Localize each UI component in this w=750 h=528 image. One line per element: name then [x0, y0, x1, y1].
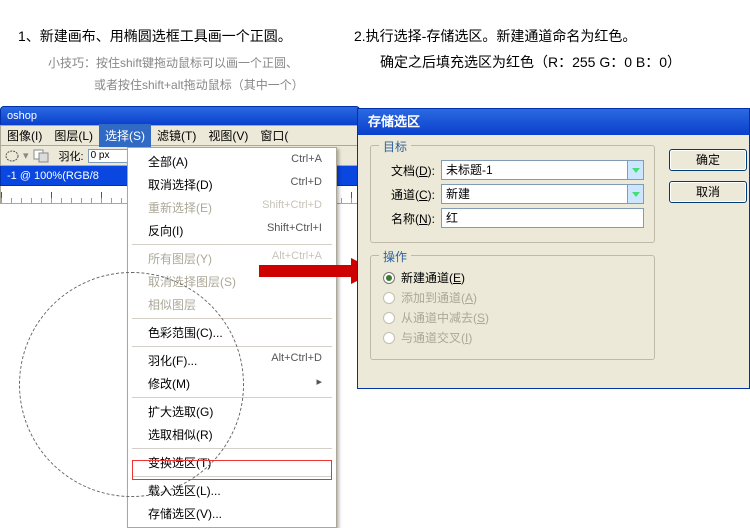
- tip-line-1: 小技巧：按住shift键拖动鼠标可以画一个正圆、: [48, 54, 298, 72]
- operation-radio: 添加到通道(A): [383, 289, 644, 306]
- cancel-button[interactable]: 取消: [669, 181, 747, 203]
- ps-menubar[interactable]: 图像(I)图层(L)选择(S)滤镜(T)视图(V)窗口(: [0, 125, 360, 146]
- menubar-item[interactable]: 图层(L): [48, 124, 99, 147]
- ps-titlebar: oshop: [0, 106, 360, 125]
- name-label: 名称(N):: [381, 210, 435, 227]
- menu-item[interactable]: 存储选区(V)...: [128, 502, 336, 525]
- channel-label: 通道(C):: [381, 186, 435, 203]
- target-group: 目标 文档(D): 未标题-1 通道(C): 新建 名称(N): 红: [370, 145, 655, 243]
- menu-item[interactable]: 全部(A)Ctrl+A: [128, 150, 336, 173]
- operation-radio: 从通道中减去(S): [383, 309, 644, 326]
- channel-combo[interactable]: 新建: [441, 184, 644, 204]
- feather-label: 羽化:: [59, 148, 84, 164]
- chevron-down-icon[interactable]: [627, 161, 643, 179]
- menubar-item[interactable]: 窗口(: [254, 124, 294, 147]
- dialog-title: 存储选区: [358, 109, 749, 135]
- chevron-down-icon[interactable]: [627, 185, 643, 203]
- doc-label: 文档(D):: [381, 162, 435, 179]
- target-legend: 目标: [379, 138, 411, 155]
- dropdown-arrow-icon[interactable]: ▾: [23, 149, 29, 162]
- menubar-item[interactable]: 滤镜(T): [151, 124, 202, 147]
- ellipse-marquee-icon: [5, 149, 19, 163]
- dashed-selection-circle: [19, 272, 244, 497]
- mode-icons[interactable]: [33, 149, 55, 163]
- name-input[interactable]: 红: [441, 208, 644, 228]
- operation-radio[interactable]: 新建通道(E): [383, 269, 644, 286]
- menu-item[interactable]: 取消选择(D)Ctrl+D: [128, 173, 336, 196]
- operation-group: 操作 新建通道(E)添加到通道(A)从通道中减去(S)与通道交叉(I): [370, 255, 655, 360]
- step2-sub: 确定之后填充选区为红色（R：255 G：0 B：0）: [380, 52, 681, 73]
- feather-input[interactable]: 0 px: [88, 149, 128, 163]
- menubar-item[interactable]: 选择(S): [99, 124, 151, 147]
- channel-combo-value: 新建: [446, 185, 470, 203]
- step2-title: 2.执行选择-存储选区。新建通道命名为红色。: [354, 26, 636, 47]
- operation-legend: 操作: [379, 248, 411, 265]
- tip-line-2: 或者按住shift+alt拖动鼠标（其中一个）: [94, 76, 304, 94]
- doc-combo[interactable]: 未标题-1: [441, 160, 644, 180]
- menubar-item[interactable]: 图像(I): [1, 124, 48, 147]
- menu-item[interactable]: 反向(I)Shift+Ctrl+I: [128, 219, 336, 242]
- step1-title: 1、新建画布、用椭圆选框工具画一个正圆。: [18, 26, 292, 47]
- menubar-item[interactable]: 视图(V): [202, 124, 254, 147]
- save-selection-dialog: 存储选区 目标 文档(D): 未标题-1 通道(C): 新建 名称(N): 红: [357, 108, 750, 389]
- operation-radio: 与通道交叉(I): [383, 329, 644, 346]
- ok-button[interactable]: 确定: [669, 149, 747, 171]
- menu-item: 重新选择(E)Shift+Ctrl+D: [128, 196, 336, 219]
- doc-combo-value: 未标题-1: [446, 161, 493, 179]
